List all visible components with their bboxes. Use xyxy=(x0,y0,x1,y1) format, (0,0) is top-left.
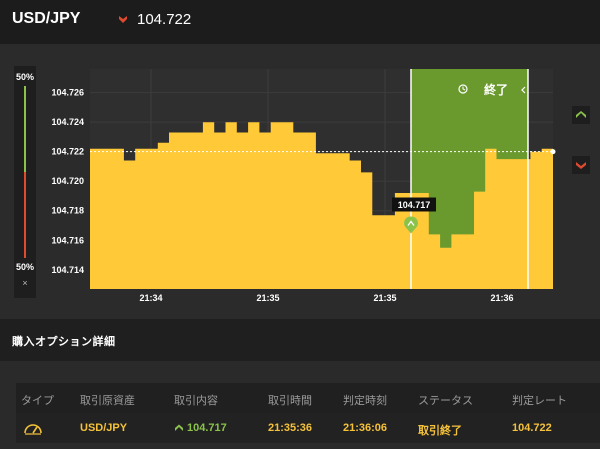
header-trade-time: 取引時間 xyxy=(268,395,312,407)
put-arrow-button[interactable] xyxy=(572,156,590,174)
current-rate: 104.722 xyxy=(137,11,192,28)
entry-label: 104.717 xyxy=(398,200,431,210)
down-arrow-icon xyxy=(119,16,127,23)
section-title: 購入オプション詳細 xyxy=(12,336,116,348)
current-rate-dot xyxy=(550,149,556,155)
rate-chart: 104.726 104.724 104.722 104.720 104.718 104.7… xyxy=(51,69,556,303)
x-axis-ticks: 21:34 21:35 21:35 21:36 xyxy=(139,293,513,303)
section-title-bar: 購入オプション詳細 xyxy=(0,319,600,361)
y-tick-label: 104.720 xyxy=(51,176,84,186)
y-tick-label: 104.718 xyxy=(51,206,84,216)
option-details-table: タイプ 取引原資産 取引内容 取引時間 判定時刻 ステータス 判定レート USD… xyxy=(0,361,600,449)
y-tick-label: 104.716 xyxy=(51,235,84,245)
header-asset: 取引原資産 xyxy=(80,395,135,407)
y-tick-label: 104.722 xyxy=(51,147,84,157)
x-tick-label: 21:36 xyxy=(490,293,513,303)
header-status: ステータス xyxy=(418,395,473,407)
up-arrow-icon xyxy=(175,424,183,431)
table-header: タイプ 取引原資産 取引内容 取引時間 判定時刻 ステータス 判定レート xyxy=(16,383,600,413)
gauge-icon xyxy=(24,424,42,435)
cell-content: 104.717 xyxy=(187,422,227,434)
x-tick-label: 21:35 xyxy=(256,293,279,303)
header-type: タイプ xyxy=(21,395,54,407)
header: USD/JPY 104.722 xyxy=(0,0,600,44)
cell-judge-rate: 104.722 xyxy=(512,422,552,434)
cell-asset: USD/JPY xyxy=(80,422,128,434)
trade-period-label: 終了 xyxy=(484,82,508,97)
y-axis-ticks: 104.726 104.724 104.722 104.720 104.718 104.7… xyxy=(51,88,84,275)
table-row[interactable]: USD/JPY 104.717 21:35:36 21:36:06 取引終了 1… xyxy=(16,413,600,443)
call-arrow-button[interactable] xyxy=(572,106,590,124)
x-tick-label: 21:34 xyxy=(139,293,162,303)
cell-status: 取引終了 xyxy=(418,425,462,437)
y-tick-label: 104.724 xyxy=(51,117,84,127)
y-tick-label: 104.714 xyxy=(51,265,84,275)
y-tick-label: 104.726 xyxy=(51,88,84,98)
header-judge-time: 判定時刻 xyxy=(343,395,387,407)
currency-pair: USD/JPY xyxy=(12,10,81,27)
x-tick-label: 21:35 xyxy=(373,293,396,303)
header-content: 取引内容 xyxy=(174,395,218,407)
header-judge-rate: 判定レート xyxy=(512,395,567,407)
cell-trade-time: 21:35:36 xyxy=(268,422,313,434)
cell-judge-time: 21:36:06 xyxy=(343,422,388,434)
